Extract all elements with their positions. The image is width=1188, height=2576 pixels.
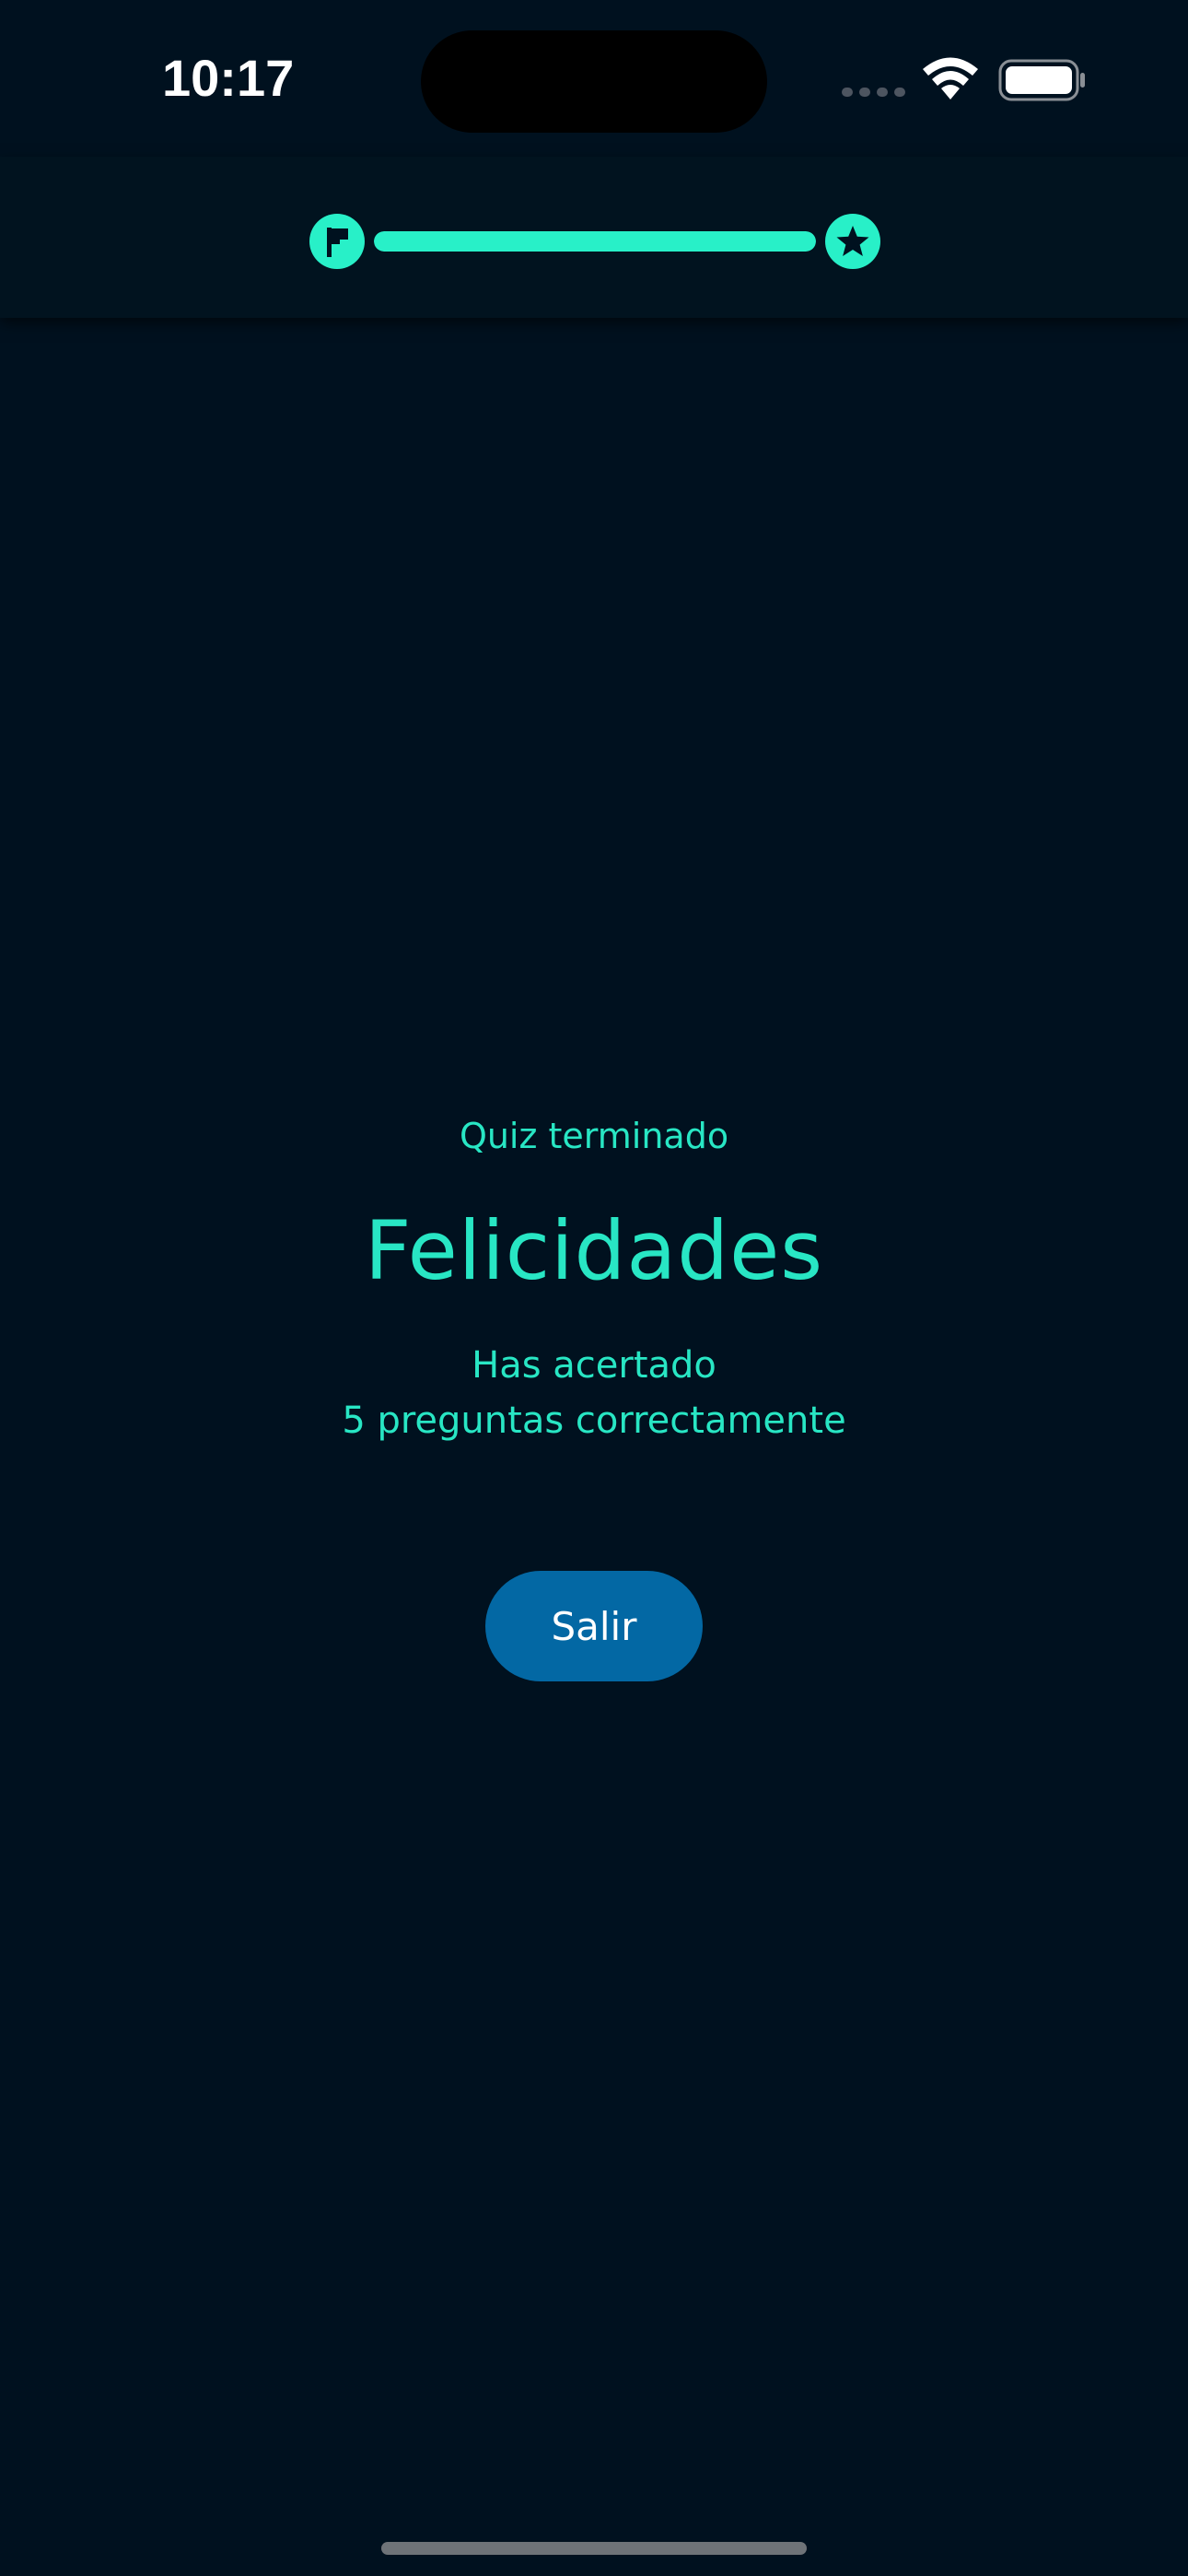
dynamic-island (421, 30, 767, 133)
star-icon (825, 214, 880, 269)
result-panel: Quiz terminado Felicidades Has acertado … (0, 1104, 1188, 1448)
score-line-1: Has acertado (472, 1344, 716, 1387)
score-summary: Has acertado 5 preguntas correctamente (0, 1338, 1188, 1448)
battery-icon (998, 59, 1085, 101)
progress-track (374, 231, 816, 252)
congratulations-title: Felicidades (364, 1203, 824, 1298)
flag-icon (309, 214, 365, 269)
progress-fill (374, 231, 816, 252)
signal-icon (842, 88, 905, 97)
status-bar: 10:17 (0, 0, 1188, 157)
exit-button[interactable]: Salir (485, 1571, 703, 1681)
home-indicator[interactable] (381, 2542, 807, 2555)
quiz-finished-label: Quiz terminado (459, 1116, 729, 1156)
wifi-icon (923, 57, 978, 100)
status-time: 10:17 (162, 49, 295, 107)
quiz-progress (309, 214, 880, 269)
score-line-2: 5 preguntas correctamente (342, 1399, 846, 1442)
exit-button-container: Salir (485, 1571, 703, 1681)
